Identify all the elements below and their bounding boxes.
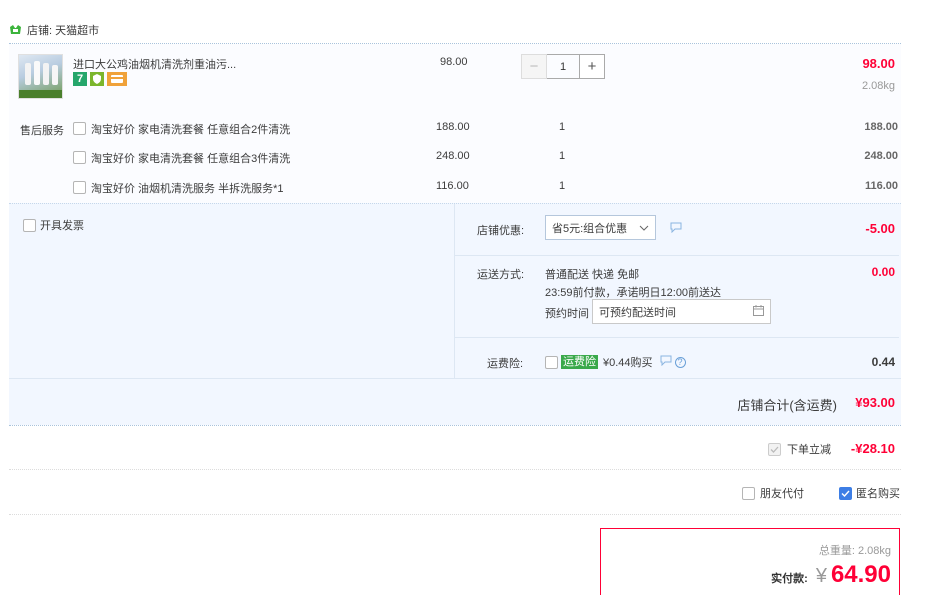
service-qty: 1 (559, 150, 566, 162)
insurance-label: 运费险: (487, 358, 524, 370)
invoice-option[interactable]: 开具发票 (23, 217, 84, 233)
actual-payment: 实付款: ¥ 64.90 (771, 561, 891, 589)
service-total: 248.00 (864, 150, 898, 162)
discount-select[interactable]: 省5元:组合优惠 (545, 215, 656, 240)
delivery-method: 普通配送 快递 免邮 (545, 269, 640, 281)
service-total: 188.00 (864, 121, 898, 133)
anonymous-label: 匿名购买 (856, 488, 900, 500)
delivery-promise: 23:59前付款，承诺明日12:00前送达 (545, 287, 722, 299)
service-name: 淘宝好价 油烟机清洗服务 半拆洗服务*1 (91, 183, 284, 195)
instant-discount-label: 下单立减 (787, 444, 831, 456)
actual-payment-amount: 64.90 (830, 561, 891, 588)
currency-symbol: ¥ (815, 565, 827, 587)
decrease-button[interactable]: − (521, 54, 547, 79)
service-qty: 1 (559, 180, 566, 192)
service-name: 淘宝好价 家电清洗套餐 任意组合3件清洗 (91, 153, 291, 165)
service-checkbox[interactable] (73, 181, 86, 194)
instant-discount-amount: -¥28.10 (850, 441, 895, 456)
service-total: 116.00 (864, 180, 898, 192)
service-checkbox[interactable] (73, 151, 86, 164)
service-row: 淘宝好价 家电清洗套餐 任意组合2件清洗 188.00 1 188.00 (73, 121, 898, 137)
insurance-price: ¥0.44购买 (603, 357, 653, 369)
service-row: 淘宝好价 油烟机清洗服务 半拆洗服务*1 116.00 1 116.00 (73, 180, 898, 196)
guarantee-icon (90, 72, 104, 86)
product-weight: 2.08kg (861, 80, 895, 92)
service-row: 淘宝好价 家电清洗套餐 任意组合3件清洗 248.00 1 248.00 (73, 150, 898, 166)
discount-selected: 省5元:组合优惠 (552, 222, 628, 235)
panel-row-divider (455, 255, 899, 256)
seven-day-return-icon: 7 (73, 72, 87, 86)
invoice-label: 开具发票 (40, 220, 84, 232)
after-sales-label: 售后服务 (20, 125, 64, 137)
panel-vertical-divider (454, 204, 455, 378)
unit-price: 98.00 (440, 56, 468, 68)
friend-pay-checkbox[interactable] (742, 486, 755, 500)
service-name: 淘宝好价 家电清洗套餐 任意组合2件清洗 (91, 124, 291, 136)
payment-summary-box: 总重量: 2.08kg 实付款: ¥ 64.90 (600, 528, 900, 595)
panel-row-divider (455, 337, 899, 338)
shop-total-label: 店铺合计(含运费) (737, 398, 837, 413)
chevron-down-icon (639, 222, 649, 234)
discount-label: 店铺优惠: (477, 225, 525, 237)
friend-pay-option[interactable]: 朋友代付 (742, 485, 804, 501)
product-thumbnail[interactable] (18, 54, 63, 99)
insurance-option: 运费险 ¥0.44购买 ? (545, 354, 686, 370)
tmall-shop-icon (9, 25, 22, 35)
panel-bottom-divider (9, 425, 901, 426)
credit-card-icon (107, 72, 127, 86)
instant-discount-checkbox[interactable] (768, 442, 781, 456)
total-weight-value: 2.08kg (857, 545, 891, 557)
quantity-stepper: − 1 + (521, 54, 605, 79)
actual-payment-label: 实付款: (771, 573, 808, 585)
appointment-label: 预约时间 (545, 308, 589, 320)
instant-discount-option: 下单立减 (768, 441, 831, 457)
options-divider (9, 514, 901, 515)
service-price: 248.00 (436, 150, 470, 162)
product-title[interactable]: 进口大公鸡油烟机清洗剂重油污... (73, 56, 236, 72)
increase-button[interactable]: + (579, 54, 605, 79)
anonymous-checkbox[interactable] (839, 486, 852, 500)
shop-total-amount: ¥93.00 (855, 395, 895, 410)
total-weight: 总重量: 2.08kg (819, 542, 891, 558)
discount-divider (9, 469, 901, 470)
service-checkbox[interactable] (73, 122, 86, 135)
insurance-amount: 0.44 (871, 355, 895, 369)
total-weight-label: 总重量: (818, 545, 855, 557)
shop-header: 店铺: 天猫超市 (9, 22, 99, 38)
insurance-comment-icon[interactable] (660, 355, 672, 369)
discount-amount: -5.00 (865, 221, 895, 236)
friend-pay-label: 朋友代付 (760, 488, 804, 500)
insurance-badge: 运费险 (561, 355, 598, 369)
quantity-input[interactable]: 1 (547, 54, 579, 79)
appointment-placeholder: 可预约配送时间 (599, 306, 676, 319)
calendar-icon[interactable] (753, 304, 764, 319)
discount-comment-icon[interactable] (670, 222, 682, 236)
panel-row-divider (9, 378, 901, 379)
help-icon[interactable]: ? (674, 356, 686, 368)
invoice-checkbox[interactable] (23, 218, 36, 232)
delivery-label: 运送方式: (477, 269, 525, 281)
insurance-checkbox[interactable] (545, 355, 558, 369)
product-service-icons: 7 (73, 72, 127, 86)
anonymous-option[interactable]: 匿名购买 (839, 485, 900, 501)
shop-name[interactable]: 店铺: 天猫超市 (27, 22, 99, 38)
service-qty: 1 (559, 121, 566, 133)
service-price: 116.00 (436, 180, 469, 192)
appointment-time-input[interactable]: 可预约配送时间 (592, 299, 771, 324)
service-price: 188.00 (436, 121, 470, 133)
delivery-amount: 0.00 (871, 265, 895, 279)
product-subtotal: 98.00 (862, 56, 895, 71)
